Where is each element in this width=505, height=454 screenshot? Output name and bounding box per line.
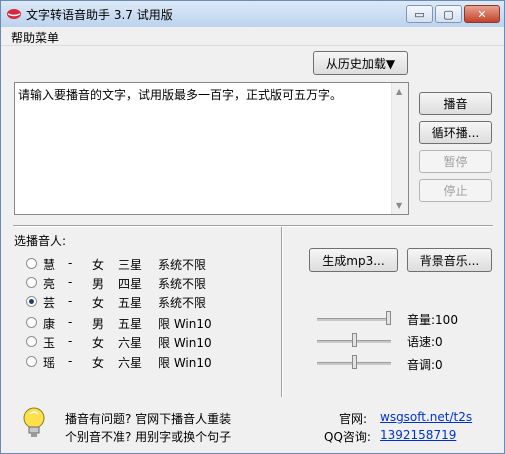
slider-track (317, 318, 391, 321)
history-load-button[interactable]: 从历史加载▼ (313, 51, 408, 75)
qq-label: QQ咨询: (324, 430, 371, 444)
voice-gender: 女 (92, 356, 105, 370)
pitch-slider[interactable] (317, 354, 393, 372)
voice-stars: 五星 (118, 296, 143, 310)
close-button[interactable]: ✕ (464, 5, 500, 23)
voice-name: 瑶 (43, 356, 56, 370)
voice-stars: 五星 (118, 317, 143, 331)
voice-gender: 女 (92, 336, 105, 350)
minimize-icon: ▭ (414, 7, 425, 21)
voice-name: 亮 (43, 277, 56, 291)
app-window: 文字转语音助手 3.7 试用版 ▭ ▢ ✕ 帮助菜单 从历史加载▼ 请输入要播音… (0, 0, 505, 454)
menu-bar: 帮助菜单 (1, 27, 504, 46)
loop-play-button[interactable]: 循环播... (419, 121, 492, 144)
voice-limit: 系统不限 (158, 277, 207, 291)
speed-label: 语速:0 (407, 335, 443, 349)
app-lips-icon (7, 9, 21, 19)
voice-gender: 男 (92, 317, 105, 331)
slider-thumb[interactable] (352, 355, 357, 369)
voice-radio[interactable] (26, 356, 37, 367)
text-input-value: 请输入要播音的文字，试用版最多一百字，正式版可五万字。 (18, 88, 343, 102)
voice-name: 慧 (43, 258, 56, 272)
voice-dash: - (68, 354, 73, 368)
minimize-button[interactable]: ▭ (406, 5, 433, 23)
voice-dash: - (68, 315, 73, 329)
voice-stars: 六星 (118, 356, 143, 370)
voice-limit: 系统不限 (158, 296, 207, 310)
stop-button[interactable]: 停止 (419, 179, 492, 202)
voice-dash: - (68, 275, 73, 289)
tip-line-2: 个别音不准? 用别字或换个句子 (65, 430, 232, 444)
voice-name: 玉 (43, 336, 56, 350)
lightbulb-icon (23, 407, 45, 437)
voice-radio[interactable] (26, 336, 37, 347)
voice-gender: 男 (92, 277, 105, 291)
website-link[interactable]: wsgsoft.net/t2s (380, 410, 472, 424)
pause-button[interactable]: 暂停 (419, 150, 492, 173)
text-scrollbar[interactable]: ▲ ▼ (391, 83, 408, 214)
background-music-button[interactable]: 背景音乐... (407, 248, 492, 272)
generate-mp3-button[interactable]: 生成mp3... (309, 248, 398, 272)
voice-radio[interactable] (26, 277, 37, 288)
voice-limit: 系统不限 (158, 258, 207, 272)
voice-limit: 限 Win10 (158, 317, 212, 331)
voice-stars: 四星 (118, 277, 143, 291)
scroll-down-icon[interactable]: ▼ (396, 201, 402, 210)
close-icon: ✕ (477, 7, 487, 21)
voice-gender: 女 (92, 296, 105, 310)
play-button[interactable]: 播音 (419, 92, 492, 115)
tip-line-1: 播音有问题? 官网下播音人重装 (65, 412, 232, 426)
qq-link[interactable]: 1392158719 (380, 428, 456, 442)
voice-limit: 限 Win10 (158, 356, 212, 370)
text-input[interactable]: 请输入要播音的文字，试用版最多一百字，正式版可五万字。 ▲ ▼ (14, 82, 409, 215)
window-title: 文字转语音助手 3.7 试用版 (26, 8, 173, 22)
voice-limit: 限 Win10 (158, 336, 212, 350)
section-divider (13, 225, 493, 227)
voice-stars: 六星 (118, 336, 143, 350)
voice-dash: - (68, 256, 73, 270)
maximize-button[interactable]: ▢ (435, 5, 462, 23)
voice-radio[interactable] (26, 258, 37, 269)
volume-label: 音量:100 (407, 313, 458, 327)
volume-slider[interactable] (317, 310, 393, 328)
voice-dash: - (68, 294, 73, 308)
speed-slider[interactable] (317, 332, 393, 350)
title-bar[interactable]: 文字转语音助手 3.7 试用版 ▭ ▢ ✕ (1, 1, 504, 27)
voice-name: 康 (43, 317, 56, 331)
voice-stars: 三星 (118, 258, 143, 272)
voice-section-label: 选播音人: (14, 234, 67, 248)
voice-radio[interactable] (26, 317, 37, 328)
maximize-icon: ▢ (443, 7, 454, 21)
slider-thumb[interactable] (386, 311, 391, 325)
voice-name: 芸 (43, 296, 56, 310)
voice-dash: - (68, 334, 73, 348)
menu-help[interactable]: 帮助菜单 (11, 29, 59, 46)
voice-gender: 女 (92, 258, 105, 272)
pitch-label: 音调:0 (407, 358, 443, 372)
voice-radio-selected[interactable] (26, 296, 37, 307)
column-divider (281, 227, 283, 397)
website-label: 官网: (339, 412, 368, 426)
slider-thumb[interactable] (352, 333, 357, 347)
scroll-up-icon[interactable]: ▲ (396, 87, 402, 96)
